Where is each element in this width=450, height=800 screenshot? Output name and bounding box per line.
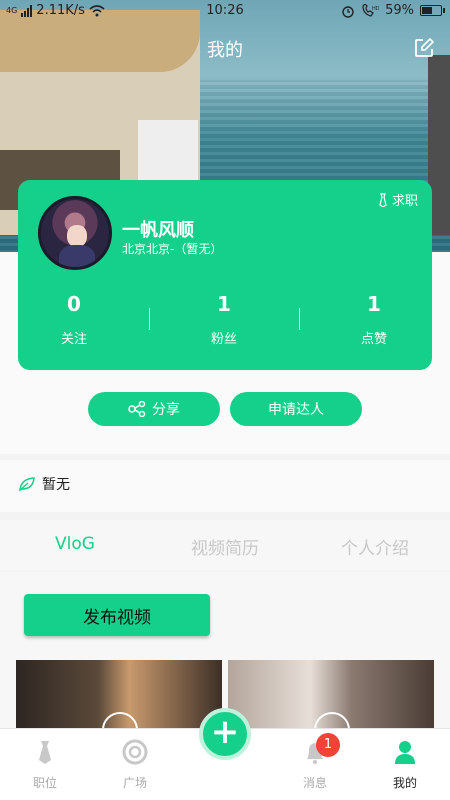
stat-divider [299,308,300,330]
message-badge: 1 [316,733,340,757]
nav-jobs-label: 职位 [32,776,57,790]
nav-square-label: 广场 [122,776,147,790]
job-seeking-label: 求职 [391,194,418,209]
share-icon [128,401,146,417]
share-label: 分享 [152,402,180,418]
plaza-icon [122,739,148,765]
user-name: 一帆风顺 [122,220,194,241]
nav-jobs[interactable]: 职位 [10,739,80,791]
tie-icon [379,192,387,207]
video-thumbnail[interactable] [16,660,222,730]
avatar-body [59,245,95,267]
avatar[interactable] [38,196,112,270]
tag-text: 暂无 [42,477,70,493]
publish-video-button[interactable]: 发布视频 [24,594,210,636]
hd-call-icon: HD [362,3,379,17]
profile-tabs: VloG 视频简历 个人介绍 [0,520,450,570]
battery-percent: 59% [385,3,414,18]
nav-square[interactable]: 广场 [100,739,170,791]
tab-vlog[interactable]: VloG [0,534,150,554]
nav-messages-label: 消息 [302,776,327,790]
apply-expert-label: 申请达人 [268,402,324,418]
job-seeking-button[interactable]: 求职 [378,190,418,209]
svg-text:HD: HD [372,6,379,12]
profile-card: 求职 一帆风顺 北京北京-（暂无） 0 关注 1 粉丝 1 点赞 [18,180,432,370]
apply-expert-button[interactable]: 申请达人 [230,392,362,426]
status-right: HD 59% [341,3,445,18]
stat-likes[interactable]: 1 点赞 [324,292,424,347]
tie-icon [39,741,51,764]
alarm-icon [342,5,354,18]
stat-following-label: 关注 [60,332,87,347]
page-title: 我的 [207,40,243,61]
plus-icon: + [210,712,240,752]
status-bar: 4G 2.11K/s 10:26 HD 59% [0,0,450,24]
tab-self-intro[interactable]: 个人介绍 [300,534,450,559]
user-location: 北京北京-（暂无） [122,242,223,256]
add-post-button[interactable]: + [199,708,251,760]
user-icon [395,741,415,764]
personal-tag: 暂无 [18,474,70,494]
stat-fans-label: 粉丝 [210,332,237,347]
leaf-icon [19,477,35,492]
nav-mine[interactable]: 我的 [370,739,440,791]
stat-likes-label: 点赞 [360,332,387,347]
share-button[interactable]: 分享 [88,392,220,426]
nav-mine-label: 我的 [392,776,417,790]
stat-following[interactable]: 0 关注 [24,292,124,347]
stat-following-value: 0 [67,292,81,316]
battery-level [422,7,433,14]
battery-icon [420,5,445,16]
video-thumbnail[interactable] [228,660,434,730]
stat-fans-value: 1 [217,292,231,316]
avatar-face [67,225,87,247]
stat-divider [149,308,150,330]
stat-fans[interactable]: 1 粉丝 [174,292,274,347]
edit-icon[interactable] [414,38,434,58]
stat-likes-value: 1 [367,292,381,316]
tab-video-resume[interactable]: 视频简历 [150,534,300,559]
